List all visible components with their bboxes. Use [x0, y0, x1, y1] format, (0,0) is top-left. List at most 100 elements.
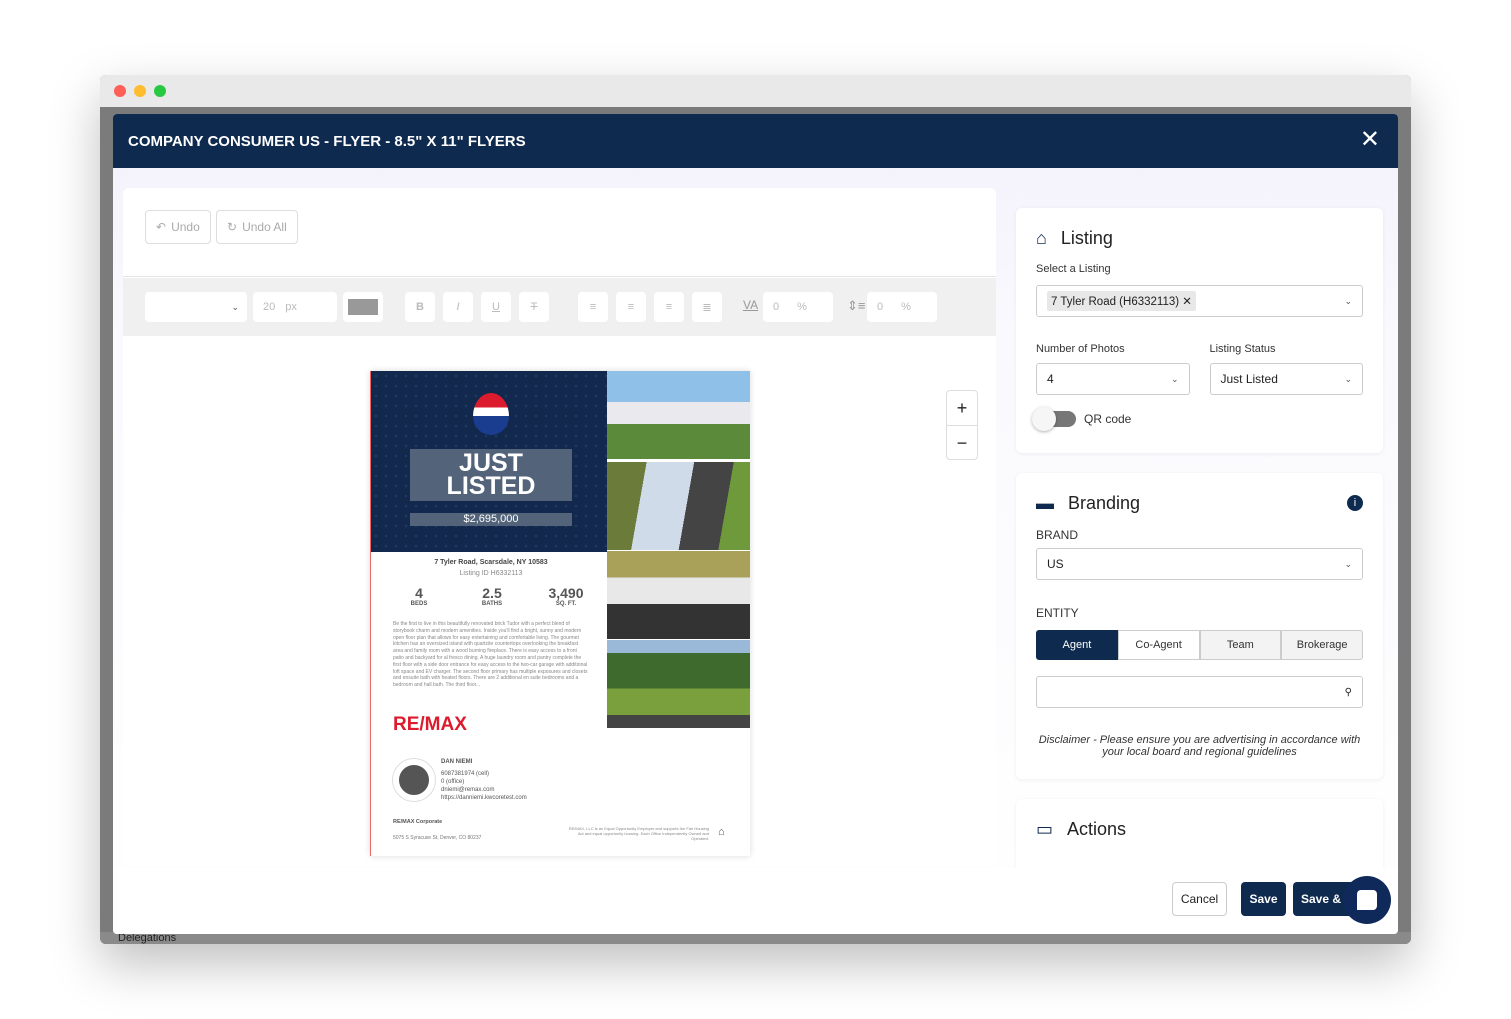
- window-titlebar: [100, 75, 1411, 107]
- headline-line2: LISTED: [446, 472, 536, 500]
- undo-all-button[interactable]: ↻ Undo All: [216, 210, 298, 244]
- flyer-preview[interactable]: JUST LISTED $2,695,000 7 Tyler Road, Scar…: [370, 371, 750, 856]
- listing-photo-3: [607, 551, 750, 639]
- flyer-address: 7 Tyler Road, Scarsdale, NY 10583: [434, 559, 548, 566]
- chevron-down-icon: ⌄: [1344, 558, 1352, 569]
- remove-tag-icon[interactable]: ✕: [1182, 296, 1192, 308]
- text-toolbar: ⌄ 20 px B I U T ≡ ≡ ≡ ≣ VA 0% ⇕≡ 0%: [123, 278, 996, 336]
- align-center-button[interactable]: ≡: [616, 292, 646, 322]
- line-height-icon: ⇕≡: [847, 298, 866, 313]
- branding-title: Branding: [1068, 493, 1141, 513]
- cancel-button[interactable]: Cancel: [1172, 882, 1227, 916]
- align-justify-button[interactable]: ≣: [692, 292, 722, 322]
- undo-label: Undo: [171, 220, 200, 234]
- listing-photo-4: [607, 640, 750, 728]
- listing-photo-1: [607, 371, 750, 459]
- close-icon[interactable]: ✕: [1360, 128, 1380, 152]
- photos-select[interactable]: 4 ⌄: [1036, 363, 1190, 395]
- maximize-window-button[interactable]: [154, 85, 166, 97]
- close-window-button[interactable]: [114, 85, 126, 97]
- entity-label: ENTITY: [1036, 606, 1079, 620]
- remax-wordmark-logo: RE/MAX: [393, 714, 467, 735]
- flyer-editor-modal: COMPANY CONSUMER US - FLYER - 8.5" X 11"…: [113, 114, 1398, 934]
- status-label: Listing Status: [1209, 343, 1276, 355]
- disclaimer-text: Disclaimer - Please ensure you are adver…: [1038, 734, 1361, 758]
- search-icon: ⚲: [1344, 686, 1352, 698]
- italic-button[interactable]: I: [443, 292, 473, 322]
- flyer-description: Be the first to live in this beautifully…: [393, 621, 588, 689]
- home-icon: ⌂: [1036, 228, 1047, 248]
- branding-icon: ▬: [1036, 493, 1054, 513]
- chevron-down-icon: ⌄: [1344, 295, 1352, 306]
- entity-tab-agent[interactable]: Agent: [1036, 630, 1118, 660]
- qr-code-label: QR code: [1084, 412, 1132, 426]
- minimize-window-button[interactable]: [134, 85, 146, 97]
- selected-listing-tag: 7 Tyler Road (H6332113) ✕: [1047, 291, 1196, 311]
- font-unit: px: [285, 301, 297, 313]
- percent-unit: %: [797, 301, 807, 313]
- modal-footer: Cancel Save Save & C: [113, 868, 1398, 934]
- font-size-value: 20: [263, 301, 276, 313]
- reset-icon: ↻: [227, 220, 238, 234]
- brand-select[interactable]: US ⌄: [1036, 548, 1363, 580]
- entity-tabs: Agent Co-Agent Team Brokerage: [1036, 630, 1363, 660]
- agent-info: DAN NIEMI 6087381974 (cell) 0 (office) dni…: [441, 759, 527, 801]
- font-family-select[interactable]: ⌄: [145, 292, 247, 322]
- legal-disclaimer: RE/MAX, LLC is an Equal Opportunity Empl…: [568, 826, 709, 841]
- letter-spacing-input[interactable]: 0%: [763, 292, 833, 322]
- entity-tab-co-agent[interactable]: Co-Agent: [1117, 630, 1200, 660]
- modal-header: COMPANY CONSUMER US - FLYER - 8.5" X 11"…: [113, 114, 1398, 168]
- editor-canvas: ↶ Undo ↻ Undo All ⌄ 20 px B I U T ≡ ≡ ≡ ≣ V…: [123, 188, 996, 865]
- entity-tab-brokerage[interactable]: Brokerage: [1281, 630, 1363, 660]
- align-left-button[interactable]: ≡: [578, 292, 608, 322]
- flyer-listing-id: Listing ID H6332113: [459, 570, 523, 577]
- letter-spacing-icon: VA: [743, 298, 759, 312]
- zoom-in-button[interactable]: +: [947, 391, 977, 426]
- brand-label: BRAND: [1036, 528, 1079, 542]
- agent-avatar: [393, 759, 435, 801]
- sqft-stat: 3,490 SQ. FT.: [548, 585, 584, 607]
- underline-button[interactable]: U: [481, 292, 511, 322]
- chevron-down-icon: ⌄: [1170, 373, 1179, 384]
- bold-button[interactable]: B: [405, 292, 435, 322]
- listing-title: Listing: [1060, 228, 1113, 248]
- save-button[interactable]: Save: [1241, 882, 1286, 916]
- listing-card: ⌂ Listing Select a Listing 7 Tyler Road (…: [1016, 208, 1383, 453]
- zoom-out-button[interactable]: −: [947, 426, 977, 460]
- modal-title: COMPANY CONSUMER US - FLYER - 8.5" X 11"…: [128, 132, 526, 150]
- zoom-controls: + −: [946, 390, 978, 460]
- undo-button[interactable]: ↶ Undo: [145, 210, 211, 244]
- baths-stat: 2.5 BATHS: [481, 585, 503, 607]
- price: $2,695,000: [410, 513, 572, 526]
- entity-tab-team[interactable]: Team: [1199, 630, 1282, 660]
- percent-unit: %: [901, 301, 911, 313]
- listing-select[interactable]: 7 Tyler Road (H6332113) ✕ ⌄: [1036, 285, 1363, 317]
- color-picker[interactable]: [343, 292, 383, 322]
- undo-icon: ↶: [156, 220, 167, 234]
- beds-stat: 4 BEDS: [410, 585, 428, 607]
- chevron-down-icon: ⌄: [1344, 373, 1352, 384]
- align-right-button[interactable]: ≡: [654, 292, 684, 322]
- qr-code-toggle[interactable]: [1032, 407, 1076, 431]
- status-select[interactable]: Just Listed ⌄: [1209, 363, 1363, 395]
- photos-label: Number of Photos: [1036, 343, 1125, 355]
- remax-balloon-logo: [473, 393, 509, 435]
- company-name: RE/MAX Corporate: [393, 819, 443, 825]
- flyer-header: JUST LISTED $2,695,000: [371, 371, 607, 552]
- chat-icon: [1357, 890, 1377, 910]
- entity-search-input[interactable]: ⚲: [1036, 676, 1363, 708]
- actions-title: Actions: [1067, 819, 1127, 839]
- headline: JUST LISTED: [410, 449, 572, 501]
- line-height-value: 0: [877, 301, 884, 313]
- chat-launcher-button[interactable]: [1343, 876, 1391, 924]
- line-height-input[interactable]: 0%: [867, 292, 937, 322]
- company-address: 5075 S Syracuse St, Denver, CO 80237: [393, 835, 482, 841]
- laptop-icon: ▭: [1036, 819, 1054, 839]
- font-size-input[interactable]: 20 px: [253, 292, 337, 322]
- equal-housing-icon: ⌂: [718, 826, 725, 838]
- info-icon[interactable]: i: [1347, 495, 1363, 511]
- select-listing-label: Select a Listing: [1036, 263, 1111, 275]
- undo-all-label: Undo All: [242, 220, 287, 234]
- actions-card: ▭ Actions: [1016, 799, 1383, 879]
- strikethrough-button[interactable]: T: [519, 292, 549, 322]
